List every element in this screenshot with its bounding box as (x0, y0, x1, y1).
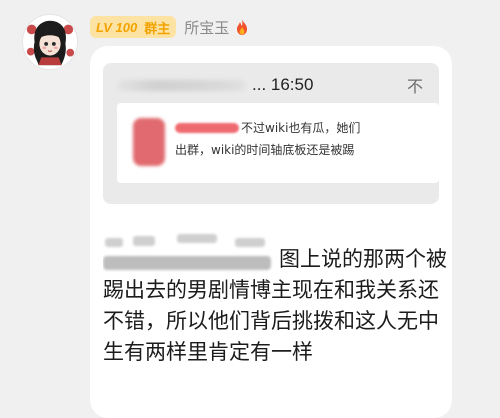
sender-name[interactable]: 所宝玉 (184, 17, 229, 38)
level-badge[interactable]: LV 100 群主 (90, 16, 177, 38)
quote-close-icon[interactable]: 不 (407, 73, 423, 97)
quoted-image-text-line1: 不过wiki也有瓜，她们 (241, 121, 361, 135)
fire-icon (234, 18, 250, 36)
quoted-image-text-line2: 出群，wiki的时间轴底板还是被踢 (175, 143, 355, 157)
message-text: 图上说的那两个被踢出去的男剧情博主现在和我关系还不错，所以他们背后挑拨和这人无中… (103, 247, 447, 364)
quoted-sender-redacted (117, 80, 245, 91)
redaction-block (133, 118, 165, 166)
level-label: LV 100 (96, 19, 138, 35)
cartoon-girl-avatar-icon (23, 15, 77, 69)
role-badge: 群主 (144, 20, 171, 36)
avatar[interactable] (22, 14, 78, 70)
message-bubble[interactable]: ... 16:50 不 不过wiki也有瓜，她们 出群，wiki的时间轴底板还是… (90, 46, 452, 418)
quoted-image[interactable]: 不过wiki也有瓜，她们 出群，wiki的时间轴底板还是被踢 (117, 103, 439, 183)
quote-time: ... 16:50 (252, 75, 314, 94)
redaction-line (175, 123, 239, 133)
sender-row: LV 100 群主 所宝玉 (90, 14, 250, 40)
quote-header: ... 16:50 不 (117, 71, 427, 99)
quoted-reply[interactable]: ... 16:50 不 不过wiki也有瓜，她们 出群，wiki的时间轴底板还是… (103, 63, 439, 204)
